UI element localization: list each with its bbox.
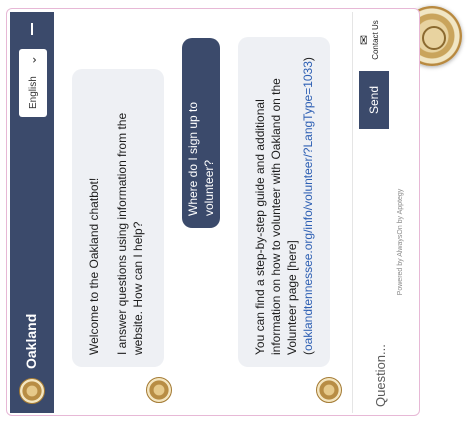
user-message-text: Where do I sign up to volunteer? xyxy=(186,101,216,216)
bot-avatar-icon xyxy=(316,377,342,403)
question-input[interactable] xyxy=(367,147,393,407)
volunteer-link[interactable]: oaklandtennessee.org/info/volunteer/?Lan… xyxy=(301,61,315,351)
language-select-value: English xyxy=(27,76,39,109)
user-message: Where do I sign up to volunteer? xyxy=(182,38,220,228)
contact-us-label: Contact Us xyxy=(371,20,380,60)
welcome-line: Welcome to the Oakland chatbot! xyxy=(87,177,101,355)
welcome-help-line: I answer questions using information fro… xyxy=(115,112,145,355)
answer-end: ) xyxy=(301,57,315,62)
minimize-icon[interactable] xyxy=(31,23,33,35)
language-select[interactable]: English ⌄ xyxy=(19,49,47,117)
chat-title: Oakland xyxy=(23,313,39,369)
chat-widget: Oakland English ⌄ Welcome to the Oakland… xyxy=(10,12,418,413)
send-button[interactable]: Send xyxy=(359,71,389,129)
composer: Send ✉ Contact Us Powered by AlwaysOn by… xyxy=(352,12,418,413)
chat-header: Oakland English ⌄ xyxy=(10,12,54,413)
bot-message-welcome: Welcome to the Oakland chatbot! I answer… xyxy=(72,69,164,367)
contact-us-button[interactable]: ✉ Contact Us xyxy=(357,13,393,67)
bot-avatar-icon xyxy=(146,377,172,403)
bot-message-answer: You can find a step-by-step guide and ad… xyxy=(238,37,330,367)
city-seal-icon xyxy=(19,378,45,404)
mail-icon: ✉ xyxy=(357,34,371,46)
chevron-down-icon: ⌄ xyxy=(25,55,39,66)
powered-by-text: Powered by AlwaysOn by Apptegy xyxy=(397,188,404,296)
